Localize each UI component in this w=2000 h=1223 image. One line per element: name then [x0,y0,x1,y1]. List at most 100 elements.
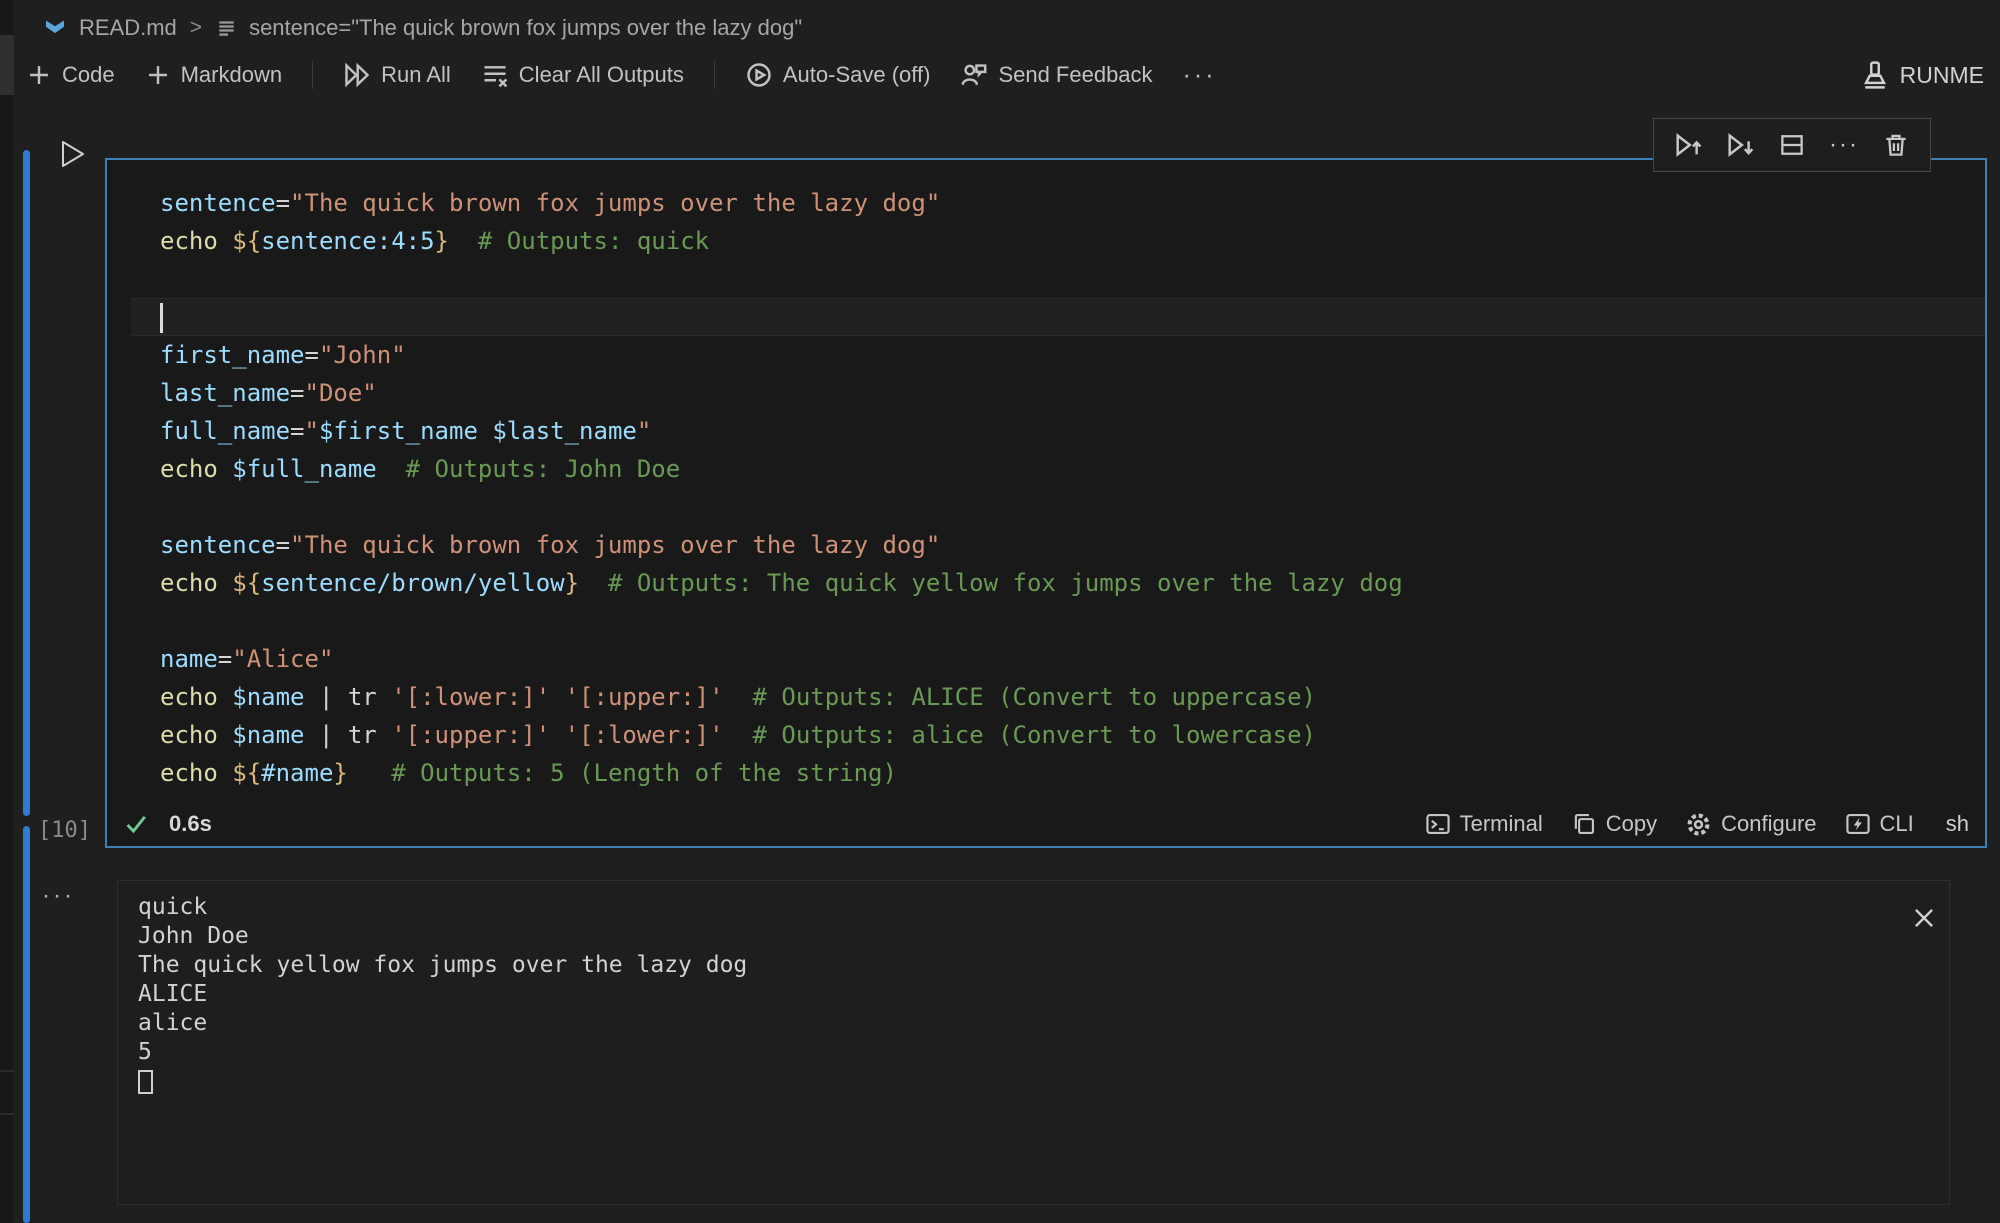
code-line [107,260,1985,298]
code-token: '[:lower:]' [391,683,550,711]
code-line: echo $name | tr '[:upper:]' '[:lower:]' … [107,716,1985,754]
code-token: '[:lower:]' [565,721,724,749]
code-token: "Doe" [305,379,377,407]
execute-below-button[interactable] [1720,125,1760,165]
cli-button[interactable]: CLI [1845,811,1914,837]
code-token [478,417,492,445]
code-line: sentence="The quick brown fox jumps over… [107,184,1985,222]
split-cell-button[interactable] [1772,125,1812,165]
terminal-button[interactable]: Terminal [1425,811,1543,837]
run-cell-button[interactable] [56,138,88,170]
code-token: $last_name [492,417,637,445]
clear-all-outputs-button[interactable]: Clear All Outputs [481,61,684,89]
code-token: # Outputs: 5 (Length of the string) [391,759,897,787]
code-token [218,455,232,483]
code-editor[interactable]: sentence="The quick brown fox jumps over… [107,160,1985,800]
code-token: '[:upper:]' [565,683,724,711]
breadcrumb-cell[interactable]: sentence="The quick brown fox jumps over… [249,15,802,41]
code-token: # Outputs: John Doe [406,455,681,483]
gear-icon [1685,811,1712,838]
code-token [218,569,232,597]
add-code-cell-button[interactable]: Code [26,62,115,88]
output-line: John Doe [138,922,1949,951]
toolbar-divider [312,61,313,89]
code-token [218,227,232,255]
auto-save-toggle[interactable]: Auto-Save (off) [745,61,931,89]
execute-above-button[interactable] [1668,125,1708,165]
code-line: first_name="John" [107,336,1985,374]
code-token [218,683,232,711]
feedback-person-icon [960,61,988,89]
success-check-icon [123,811,149,837]
output-focus-bar [23,826,30,1223]
breadcrumb-file[interactable]: READ.md [79,15,177,41]
breadcrumb-separator: > [188,16,204,40]
add-markdown-cell-button[interactable]: Markdown [145,62,282,88]
terminal-output[interactable]: quickJohn DoeThe quick yellow fox jumps … [118,881,1949,1067]
code-token [724,721,753,749]
close-output-icon[interactable] [1911,905,1937,931]
code-token: "Alice" [232,645,333,673]
code-token [550,683,564,711]
code-token: = [276,189,290,217]
output-line: 5 [138,1038,1949,1067]
terminal-icon [1425,811,1451,837]
plus-icon [145,62,171,88]
send-feedback-button[interactable]: Send Feedback [960,61,1152,89]
code-cell: sentence="The quick brown fox jumps over… [105,158,1987,848]
code-token: # Outputs: ALICE (Convert to uppercase) [752,683,1316,711]
code-token: echo [160,721,218,749]
copy-button[interactable]: Copy [1571,811,1657,837]
code-line: echo $name | tr '[:lower:]' '[:upper:]' … [107,678,1985,716]
code-token: "John" [319,341,406,369]
notebook-toolbar: Code Markdown Run All Clear All Outputs [26,50,1830,100]
code-token: # Outputs: quick [478,227,709,255]
code-token: full_name [160,417,290,445]
code-token: | tr [305,683,392,711]
plus-icon [26,62,52,88]
code-token: echo [160,455,218,483]
code-token [579,569,608,597]
code-token: } [333,759,347,787]
output-line: The quick yellow fox jumps over the lazy… [138,951,1949,980]
code-line [131,298,1985,336]
cli-icon [1845,811,1871,837]
code-token: '[:upper:]' [391,721,550,749]
code-token: } [435,227,449,255]
toolbar-divider [714,61,715,89]
code-token: sentence/brown/yellow [261,569,564,597]
code-token: = [276,531,290,559]
runme-notebook-window: READ.md > sentence="The quick brown fox … [0,0,2000,1223]
code-token: sentence:4:5 [261,227,434,255]
code-token: ${ [232,759,261,787]
code-token: = [218,645,232,673]
cell-focus-bar [23,150,30,816]
code-line: echo ${sentence:4:5} # Outputs: quick [107,222,1985,260]
code-line: full_name="$first_name $last_name" [107,412,1985,450]
divider [0,1070,14,1072]
brand-label: RUNME [1900,62,1984,89]
code-token: ${ [232,227,261,255]
code-token: name [160,645,218,673]
cell-output: quickJohn DoeThe quick yellow fox jumps … [117,880,1950,1205]
run-all-button[interactable]: Run All [343,61,451,89]
configure-button[interactable]: Configure [1685,811,1816,838]
code-token: $first_name [319,417,478,445]
delete-cell-button[interactable] [1876,125,1916,165]
cell-more-actions-button[interactable]: ··· [1824,125,1864,165]
toolbar-more-button[interactable]: ··· [1183,61,1217,90]
code-token: "The quick brown fox jumps over the lazy… [290,189,940,217]
cell-language-picker[interactable]: sh [1946,811,1969,837]
auto-save-icon [745,61,773,89]
output-menu-button[interactable]: ··· [42,882,75,910]
code-token [724,683,753,711]
code-token: echo [160,759,218,787]
runme-stamp-icon [1860,60,1890,90]
cell-toolbar: ··· [1653,118,1931,172]
code-line: echo ${#name} # Outputs: 5 (Length of th… [107,754,1985,792]
code-line [107,602,1985,640]
code-token: echo [160,683,218,711]
text-cursor [160,303,163,333]
breadcrumb: READ.md > sentence="The quick brown fox … [42,10,802,46]
workbench-edge-highlight [0,35,14,95]
